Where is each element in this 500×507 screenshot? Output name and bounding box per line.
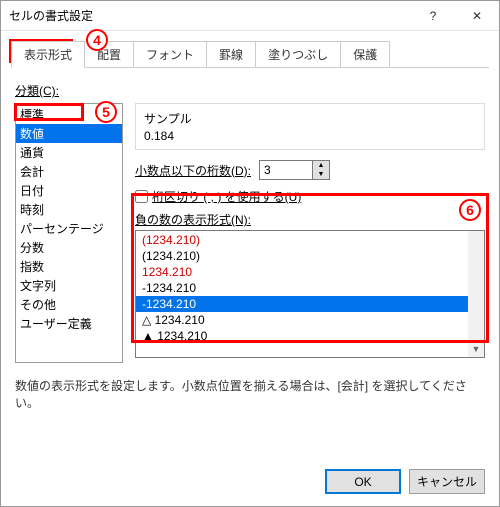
decimal-row: 小数点以下の桁数(D): ▲ ▼ (135, 160, 485, 180)
scroll-down-icon[interactable]: ▼ (468, 341, 484, 357)
cat-special[interactable]: その他 (16, 295, 122, 314)
cat-currency[interactable]: 通貨 (16, 143, 122, 162)
decimal-label: 小数点以下の桁数(D): (135, 162, 251, 179)
cat-percentage[interactable]: パーセンテージ (16, 219, 122, 238)
decimal-spinner[interactable]: ▲ ▼ (259, 160, 330, 180)
spin-up-icon[interactable]: ▲ (313, 161, 329, 170)
cat-date[interactable]: 日付 (16, 181, 122, 200)
button-row: OK キャンセル (325, 469, 485, 494)
tab-number-format[interactable]: 表示形式 (11, 41, 85, 68)
separator-checkbox[interactable] (135, 190, 148, 203)
decimal-input[interactable] (259, 160, 313, 180)
close-icon: ✕ (472, 9, 482, 23)
tab-border[interactable]: 罫線 (206, 41, 256, 68)
settings-panel: サンプル 0.184 小数点以下の桁数(D): ▲ ▼ 桁区切り (123, 103, 485, 363)
neg-item-1[interactable]: (1234.210) (136, 248, 484, 264)
cat-fraction[interactable]: 分数 (16, 238, 122, 257)
close-button[interactable]: ✕ (455, 1, 499, 31)
neg-item-0[interactable]: (1234.210) (136, 232, 484, 248)
spin-down-icon[interactable]: ▼ (313, 170, 329, 179)
negative-listbox[interactable]: (1234.210) (1234.210) 1234.210 -1234.210… (135, 230, 485, 358)
tab-strip: 表示形式 配置 フォント 罫線 塗りつぶし 保護 (1, 31, 499, 68)
cat-accounting[interactable]: 会計 (16, 162, 122, 181)
category-label: 分類(C): (15, 82, 485, 99)
cat-time[interactable]: 時刻 (16, 200, 122, 219)
tab-alignment[interactable]: 配置 (84, 41, 134, 68)
format-cells-dialog: セルの書式設定 ? ✕ 表示形式 配置 フォント 罫線 塗りつぶし 保護 分類(… (0, 0, 500, 507)
neg-item-5[interactable]: △ 1234.210 (136, 312, 484, 328)
neg-item-3[interactable]: -1234.210 (136, 280, 484, 296)
separator-label[interactable]: 桁区切り ( , ) を使用する(U) (152, 188, 301, 205)
cat-custom[interactable]: ユーザー定義 (16, 314, 122, 333)
cat-text[interactable]: 文字列 (16, 276, 122, 295)
help-icon: ? (430, 9, 437, 23)
cat-scientific[interactable]: 指数 (16, 257, 122, 276)
separator-row: 桁区切り ( , ) を使用する(U) (135, 188, 485, 205)
sample-value: 0.184 (144, 129, 476, 143)
spin-buttons: ▲ ▼ (313, 160, 330, 180)
ok-button[interactable]: OK (325, 469, 401, 494)
main-row: 標準 数値 通貨 会計 日付 時刻 パーセンテージ 分数 指数 文字列 その他 … (15, 103, 485, 363)
tab-protection[interactable]: 保護 (340, 41, 390, 68)
negative-label: 負の数の表示形式(N): (135, 211, 485, 228)
tab-fill[interactable]: 塗りつぶし (255, 41, 341, 68)
neg-scrollbar[interactable]: ▼ (468, 231, 484, 357)
help-text: 数値の表示形式を設定します。小数点位置を揃える場合は、[会計] を選択してくださ… (15, 377, 485, 411)
help-button[interactable]: ? (411, 1, 455, 31)
sample-label: サンプル (144, 110, 476, 127)
sample-box: サンプル 0.184 (135, 103, 485, 150)
neg-item-6[interactable]: ▲ 1234.210 (136, 328, 484, 344)
title-text: セルの書式設定 (9, 7, 411, 24)
tab-content: 分類(C): 標準 数値 通貨 会計 日付 時刻 パーセンテージ 分数 指数 文… (1, 68, 499, 421)
cat-number[interactable]: 数値 (16, 124, 122, 143)
cat-general[interactable]: 標準 (16, 105, 122, 124)
cancel-button[interactable]: キャンセル (409, 469, 485, 494)
category-listbox[interactable]: 標準 数値 通貨 会計 日付 時刻 パーセンテージ 分数 指数 文字列 その他 … (15, 103, 123, 363)
neg-item-2[interactable]: 1234.210 (136, 264, 484, 280)
title-bar: セルの書式設定 ? ✕ (1, 1, 499, 31)
neg-item-4[interactable]: -1234.210 (136, 296, 484, 312)
tab-font[interactable]: フォント (133, 41, 207, 68)
